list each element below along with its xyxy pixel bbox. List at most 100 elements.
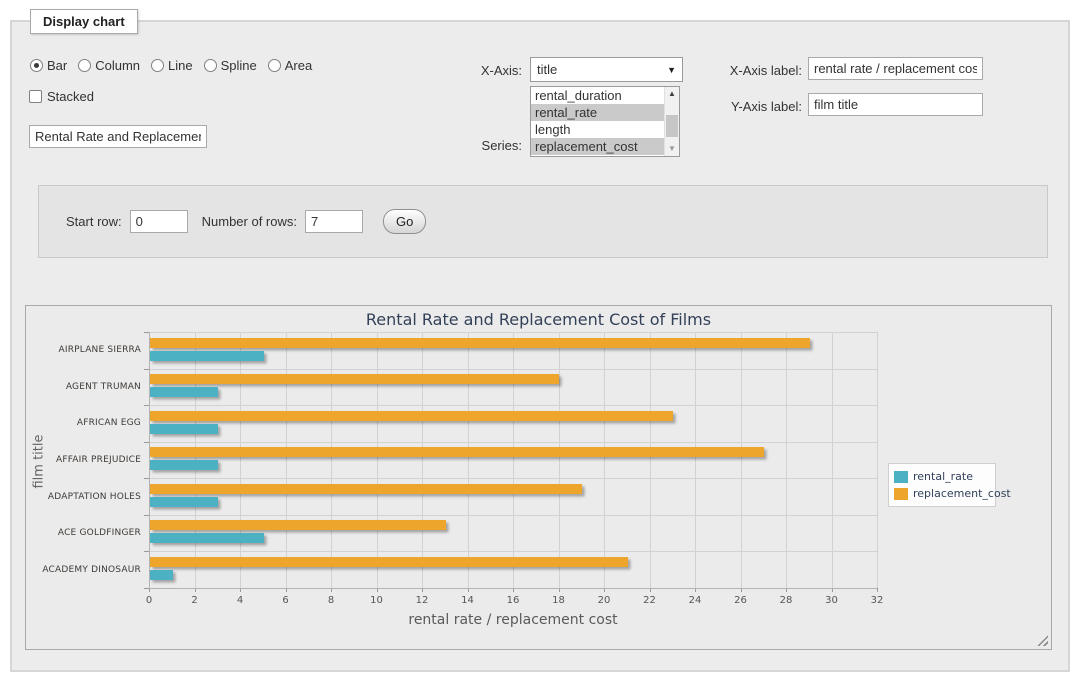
x-axis-select-label: X-Axis: <box>422 63 522 78</box>
y-axis-title: film title <box>32 427 47 497</box>
num-rows-label: Number of rows: <box>202 214 297 229</box>
bar-replacement_cost <box>150 447 764 457</box>
category-label: AGENT TRUMAN <box>26 382 141 392</box>
legend-swatch-rental_rate <box>894 471 908 483</box>
bar-rental_rate <box>150 570 173 580</box>
category-label: ACADEMY DINOSAUR <box>26 565 141 575</box>
legend-item-replacement_cost[interactable]: replacement_cost <box>894 485 989 502</box>
x-axis-label-input[interactable] <box>808 57 983 80</box>
x-tick-label: 24 <box>678 595 712 606</box>
x-tickmark <box>877 588 878 592</box>
bar-replacement_cost <box>150 411 673 421</box>
chart-title-input[interactable] <box>29 125 207 148</box>
legend-label-rental_rate: rental_rate <box>913 470 973 483</box>
radio-area[interactable]: Area <box>268 58 312 73</box>
bar-rental_rate <box>150 460 218 470</box>
gridline-v <box>741 332 742 588</box>
radio-bar-icon[interactable] <box>30 59 43 72</box>
series-option-rental_rate[interactable]: rental_rate <box>531 104 664 121</box>
gridline-v <box>559 332 560 588</box>
radio-line-label: Line <box>168 58 193 73</box>
bar-rental_rate <box>150 533 264 543</box>
resize-handle-icon[interactable] <box>1037 635 1048 646</box>
x-axis-selected-value: title <box>537 62 667 77</box>
x-tick-label: 28 <box>769 595 803 606</box>
series-option-length[interactable]: length <box>531 121 664 138</box>
x-tick-label: 16 <box>496 595 530 606</box>
bar-replacement_cost <box>150 484 582 494</box>
x-tick-label: 6 <box>269 595 303 606</box>
panel-legend: Display chart <box>30 9 138 34</box>
category-label: ACE GOLDFINGER <box>26 528 141 538</box>
gridline-v <box>877 332 878 588</box>
stacked-checkbox[interactable] <box>29 90 42 103</box>
radio-line-icon[interactable] <box>151 59 164 72</box>
chart-legend: rental_rate replacement_cost <box>888 463 996 507</box>
bar-replacement_cost <box>150 557 628 567</box>
legend-item-rental_rate[interactable]: rental_rate <box>894 468 989 485</box>
series-listbox[interactable]: rental_durationrental_ratelengthreplacem… <box>530 86 680 157</box>
series-scrollbar[interactable]: ▲ ▼ <box>664 87 679 156</box>
radio-column[interactable]: Column <box>78 58 140 73</box>
radio-column-icon[interactable] <box>78 59 91 72</box>
y-axis-label-label: Y-Axis label: <box>652 99 802 114</box>
x-tick-label: 26 <box>724 595 758 606</box>
gridline-v <box>377 332 378 588</box>
x-tick-label: 0 <box>132 595 166 606</box>
radio-line[interactable]: Line <box>151 58 193 73</box>
gridline-v <box>468 332 469 588</box>
radio-area-icon[interactable] <box>268 59 281 72</box>
scroll-down-icon[interactable]: ▼ <box>665 142 679 156</box>
gridline-v <box>422 332 423 588</box>
display-chart-panel: Display chart BarColumnLineSplineArea St… <box>10 20 1070 672</box>
x-tick-label: 2 <box>178 595 212 606</box>
gridline-v <box>604 332 605 588</box>
gridline-v <box>695 332 696 588</box>
chart-panel: Rental Rate and Replacement Cost of Film… <box>25 305 1052 650</box>
chart-title: Rental Rate and Replacement Cost of Film… <box>26 310 1051 329</box>
stacked-checkbox-row[interactable]: Stacked <box>29 89 94 104</box>
radio-spline-label: Spline <box>221 58 257 73</box>
series-option-replacement_cost[interactable]: replacement_cost <box>531 138 664 155</box>
scrollbar-thumb[interactable] <box>666 115 678 137</box>
start-row-input[interactable] <box>130 210 188 233</box>
radio-bar-label: Bar <box>47 58 67 73</box>
gridline-v <box>650 332 651 588</box>
legend-label-replacement_cost: replacement_cost <box>913 487 1011 500</box>
radio-bar[interactable]: Bar <box>30 58 67 73</box>
bar-rental_rate <box>150 387 218 397</box>
x-axis-title: rental rate / replacement cost <box>149 612 877 628</box>
radio-spline-icon[interactable] <box>204 59 217 72</box>
x-axis-line <box>149 588 877 589</box>
legend-swatch-replacement_cost <box>894 488 908 500</box>
series-option-rental_duration[interactable]: rental_duration <box>531 87 664 104</box>
x-tick-label: 20 <box>587 595 621 606</box>
y-axis-label-input[interactable] <box>808 93 983 116</box>
series-options: rental_durationrental_ratelengthreplacem… <box>531 87 664 155</box>
bar-replacement_cost <box>150 520 446 530</box>
bar-rental_rate <box>150 497 218 507</box>
radio-column-label: Column <box>95 58 140 73</box>
gridline-v <box>786 332 787 588</box>
x-tick-label: 30 <box>815 595 849 606</box>
x-tick-label: 12 <box>405 595 439 606</box>
radio-area-label: Area <box>285 58 312 73</box>
gridline-v <box>286 332 287 588</box>
x-tick-label: 14 <box>451 595 485 606</box>
x-tick-label: 10 <box>360 595 394 606</box>
num-rows-input[interactable] <box>305 210 363 233</box>
x-axis-label-label: X-Axis label: <box>652 63 802 78</box>
start-row-label: Start row: <box>66 214 122 229</box>
bar-rental_rate <box>150 351 264 361</box>
gridline-v <box>240 332 241 588</box>
gridline-v <box>832 332 833 588</box>
series-listbox-label: Series: <box>422 138 522 153</box>
gridline-v <box>513 332 514 588</box>
row-controls-strip: Start row: Number of rows: Go <box>38 185 1048 258</box>
bar-rental_rate <box>150 424 218 434</box>
gridline-v <box>331 332 332 588</box>
radio-spline[interactable]: Spline <box>204 58 257 73</box>
go-button[interactable]: Go <box>383 209 426 234</box>
x-tick-label: 18 <box>542 595 576 606</box>
x-tick-label: 4 <box>223 595 257 606</box>
